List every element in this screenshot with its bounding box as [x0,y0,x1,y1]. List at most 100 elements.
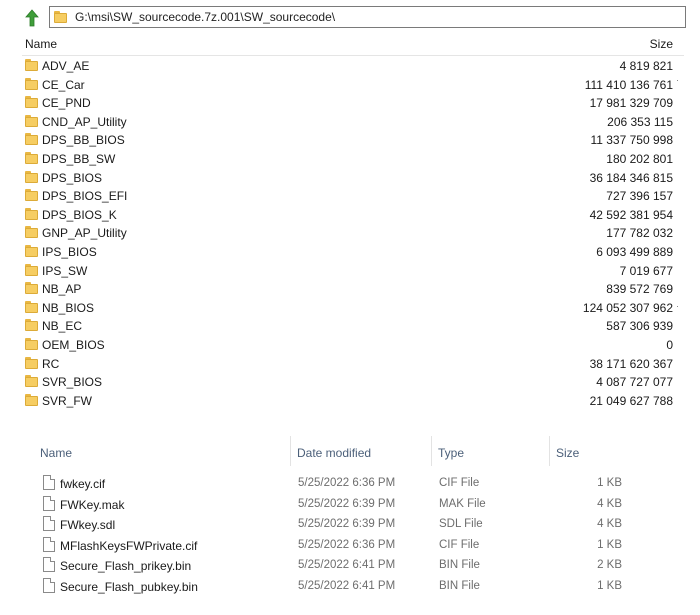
file-date: 5/25/2022 6:41 PM [298,559,396,571]
folder-icon [25,263,38,277]
column-header-size-label: Size [556,446,580,460]
file-row[interactable]: FWkey.sdl 5/25/2022 6:39 PM SDL File 4 KB [34,514,666,535]
folder-name: IPS_SW [42,263,88,278]
folder-name: DPS_BIOS [42,170,103,185]
file-date: 5/25/2022 6:36 PM [298,538,396,551]
file-type: CIF File [439,477,480,489]
column-header-date[interactable]: Date modified [291,436,432,466]
column-header: Name Size [0,33,700,55]
file-icon [43,495,55,511]
file-date: 5/25/2022 6:39 PM [298,497,396,510]
file-type: BIN File [439,559,480,571]
up-folder-button[interactable] [22,8,42,28]
folder-row[interactable]: SVR_BIOS 4 087 727 077 [0,373,700,392]
folder-name: SVR_BIOS [42,375,103,390]
file-name: FWkey.sdl [60,518,116,532]
archive-browser-panel: G:\msi\SW_sourcecode.7z.001\SW_sourcecod… [0,0,700,420]
folder-name: IPS_BIOS [42,244,97,259]
folder-name: NB_AP [42,282,82,297]
folder-name: OEM_BIOS [42,337,105,352]
folder-row[interactable]: DPS_BIOS_EFI 727 396 157 [0,187,700,206]
folder-size: 839 572 769 [606,282,673,297]
folder-size: 17 981 329 709 [589,96,673,111]
folder-row[interactable]: DPS_BB_SW 180 202 801 [0,150,700,169]
file-name: MFlashKeysFWPrivate.cif [60,538,198,553]
folder-row[interactable]: IPS_SW 7 019 677 [0,262,700,281]
folder-icon [25,393,38,407]
folder-row[interactable]: IPS_BIOS 6 093 499 889 [0,243,700,262]
column-header-type[interactable]: Type [432,436,550,466]
folder-icon [25,114,38,128]
folder-icon [25,96,38,109]
column-header-date-label: Date modified [297,446,372,460]
explorer-file-panel: Name Date modified Type Size fwkey.cif 5/… [0,436,700,615]
address-bar[interactable]: G:\msi\SW_sourcecode.7z.001\SW_sourcecod… [49,6,686,28]
folder-icon [25,337,38,351]
folder-icon [25,375,38,388]
folder-icon [25,133,38,146]
folder-name: NB_EC [42,319,83,334]
folder-row[interactable]: NB_BIOS 124 052 307 962 [0,299,700,318]
folder-row[interactable]: RC 38 171 620 367 [0,355,700,374]
folder-size: 727 396 157 [606,189,673,204]
up-arrow-icon [25,9,39,27]
file-date: 5/25/2022 6:39 PM [298,518,396,530]
file-name: Secure_Flash_pubkey.bin [60,579,198,594]
file-row[interactable]: FWKey.mak 5/25/2022 6:39 PM MAK File 4 KB [34,494,666,515]
file-name: FWKey.mak [60,497,125,512]
file-name: Secure_Flash_prikey.bin [60,559,192,573]
column-header-type-label: Type [438,446,465,460]
column-header-size[interactable]: Size [650,37,673,51]
folder-name: DPS_BIOS_K [42,207,117,222]
folder-row[interactable]: ADV_AE 4 819 821 [0,57,700,76]
folder-row[interactable]: DPS_BIOS_K 42 592 381 954 [0,206,700,225]
folder-size: 38 171 620 367 [589,356,673,371]
file-type: BIN File [439,579,480,592]
file-row[interactable]: Secure_Flash_prikey.bin 5/25/2022 6:41 PM… [34,555,666,576]
folder-name: DPS_BB_BIOS [42,133,125,148]
column-header-name[interactable]: Name [34,436,291,466]
file-row[interactable]: fwkey.cif 5/25/2022 6:36 PM CIF File 1 KB [34,473,666,494]
file-type: MAK File [439,497,486,510]
file-icon [43,536,55,552]
folder-row[interactable]: CE_Car 111 410 136 761 [0,76,700,95]
folder-name: NB_BIOS [42,300,95,315]
file-row[interactable]: MFlashKeysFWPrivate.cif 5/25/2022 6:36 PM… [34,535,666,556]
folder-name: CND_AP_Utility [42,114,127,129]
file-size: 1 KB [597,477,622,489]
file-row[interactable]: Secure_Flash_pubkey.bin 5/25/2022 6:41 PM… [34,576,666,597]
folder-row[interactable]: DPS_BIOS 36 184 346 815 [0,169,700,188]
folder-icon [25,300,38,314]
folder-name: DPS_BIOS_EFI [42,189,128,204]
folder-row[interactable]: CND_AP_Utility 206 353 115 [0,113,700,132]
column-header-size[interactable]: Size [550,436,666,466]
file-size: 4 KB [597,518,622,530]
folder-row[interactable]: CE_PND 17 981 329 709 [0,94,700,113]
folder-list: ADV_AE 4 819 821 CE_Car 111 410 136 761 CE_P… [0,57,700,410]
folder-size: 36 184 346 815 [589,170,673,185]
folder-size: 180 202 801 [606,151,673,166]
folder-name: GNP_AP_Utility [42,226,127,241]
folder-row[interactable]: NB_EC 587 306 939 [0,317,700,336]
column-header-name[interactable]: Name [25,37,57,51]
folder-size: 111 410 136 761 [584,77,673,92]
folder-icon [25,356,38,370]
folder-row[interactable]: SVR_FW 21 049 627 788 [0,392,700,411]
file-type: SDL File [439,518,483,530]
file-date: 5/25/2022 6:41 PM [298,579,396,592]
folder-row[interactable]: OEM_BIOS 0 [0,336,700,355]
scroll-marker: · [676,75,679,85]
folder-size: 206 353 115 [607,114,673,129]
file-list: fwkey.cif 5/25/2022 6:36 PM CIF File 1 KB FW… [34,473,666,596]
folder-row[interactable]: NB_AP 839 572 769 [0,280,700,299]
folder-name: RC [42,356,60,371]
folder-row[interactable]: DPS_BB_BIOS 11 337 750 998 [0,131,700,150]
folder-row[interactable]: GNP_AP_Utility 177 782 032 [0,224,700,243]
folder-name: ADV_AE [42,59,90,73]
file-size: 1 KB [597,538,622,551]
folder-name: CE_PND [42,96,91,111]
folder-icon [25,77,38,91]
file-date: 5/25/2022 6:36 PM [298,477,396,489]
folder-icon [25,226,38,239]
folder-size: 177 782 032 [606,226,673,241]
